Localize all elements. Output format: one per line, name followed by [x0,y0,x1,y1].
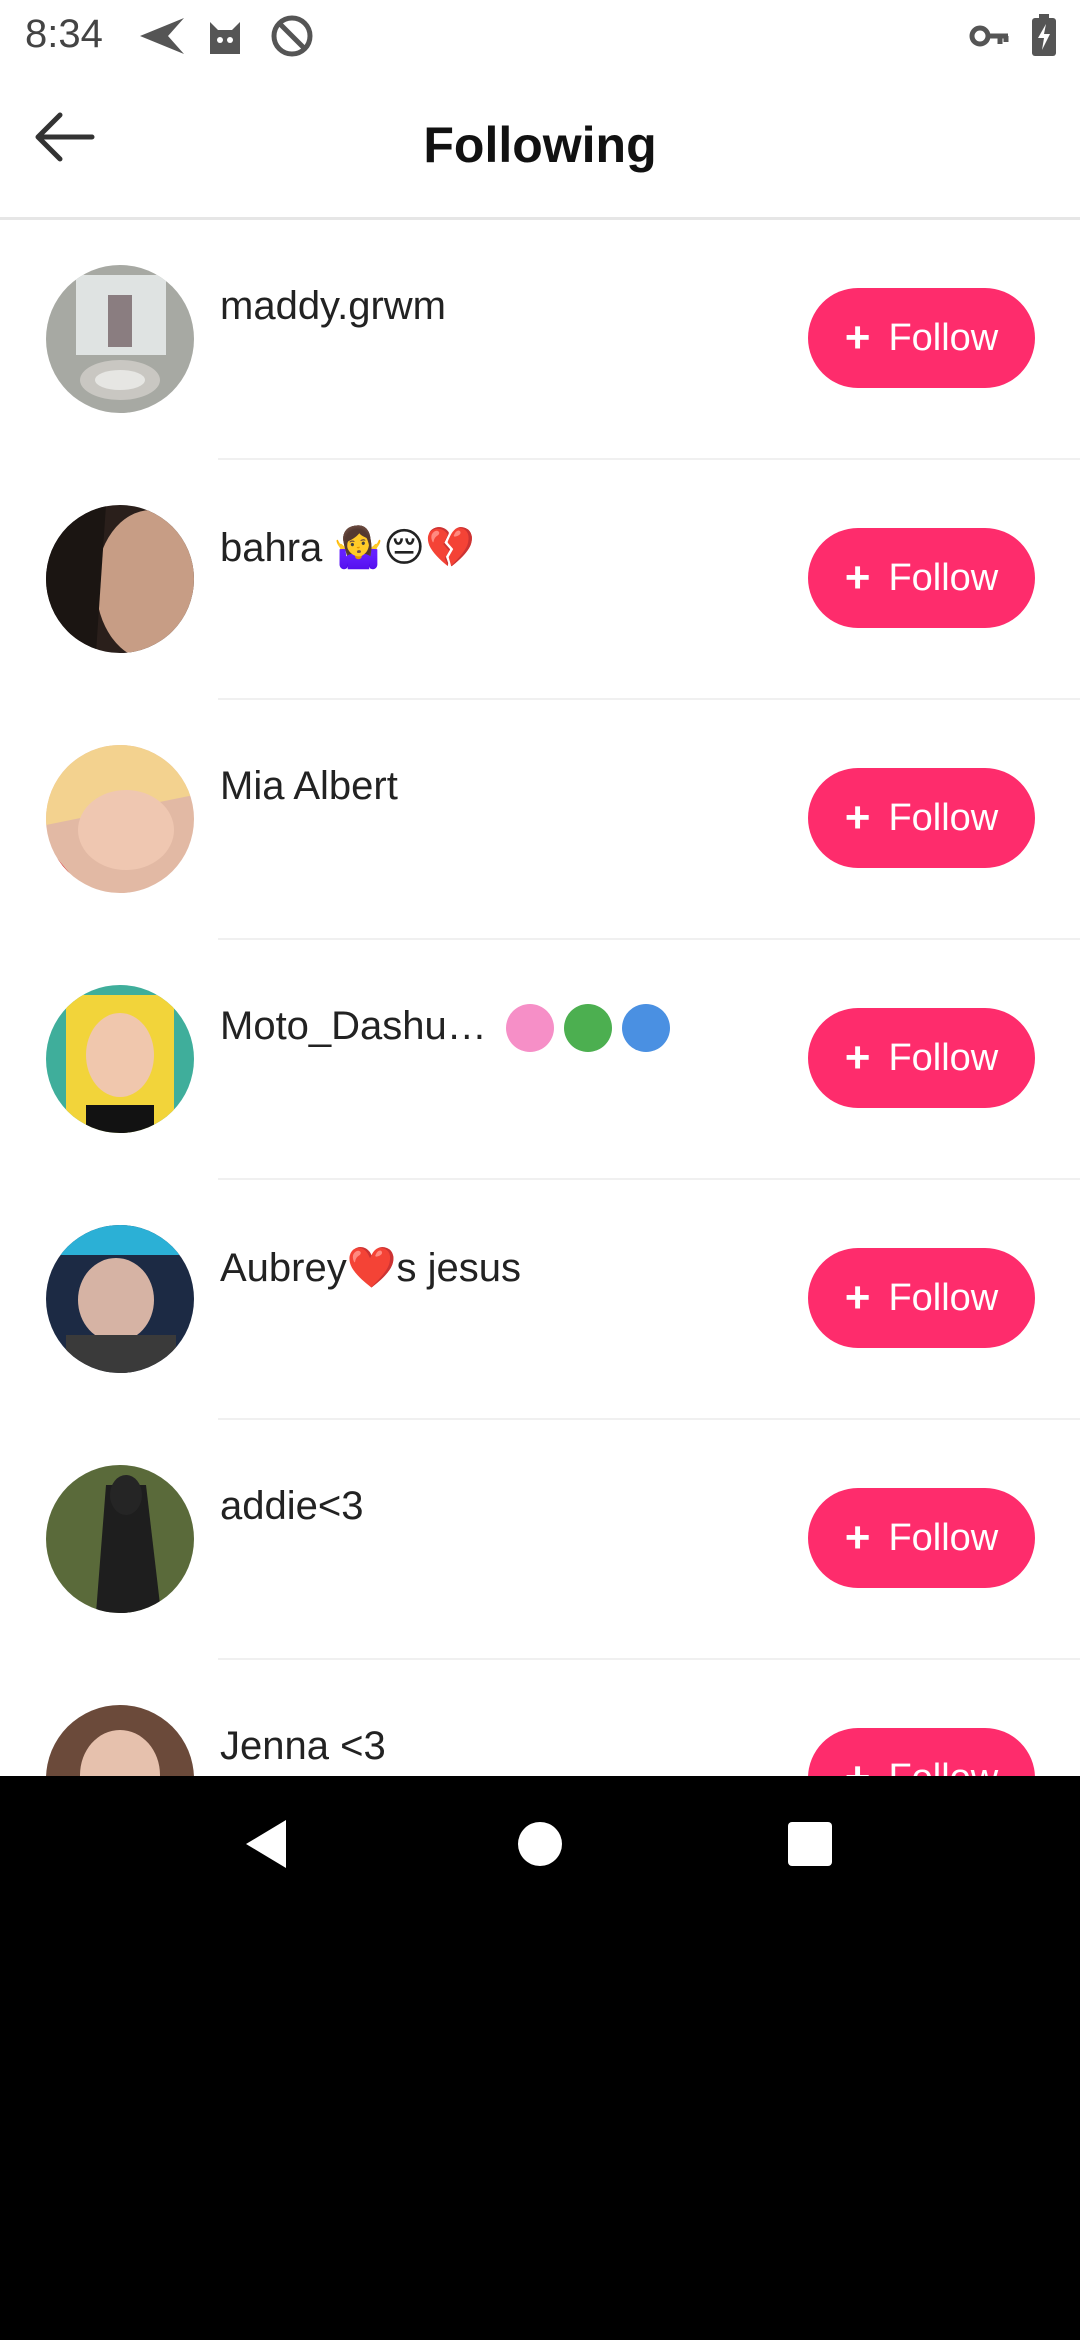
follow-button[interactable]: + Follow [808,1248,1035,1348]
follow-button[interactable]: + Follow [808,768,1035,868]
username: Moto_Dashu… [220,1004,670,1053]
avatar[interactable] [46,745,194,893]
avatar[interactable] [46,1225,194,1373]
cat-icon [204,14,246,61]
navigation-bar [0,1776,1080,1916]
no-disturb-icon [270,14,314,63]
screen: 8:34 Following maddy.grwm + Follow bahra… [0,0,1080,1776]
follow-label: Follow [888,1036,999,1079]
badges [505,1004,670,1053]
follow-button[interactable]: + Follow [808,1008,1035,1108]
plus-icon: + [845,1756,871,1777]
key-icon [968,14,1012,63]
username: maddy.grwm [220,284,446,328]
avatar[interactable] [46,1705,194,1776]
send-icon [138,14,186,63]
plus-icon: + [844,793,871,842]
avatar[interactable] [46,265,194,413]
plus-icon: + [844,1033,871,1082]
follow-button[interactable]: + Follow [808,288,1035,388]
avatar[interactable] [46,985,194,1133]
follow-button[interactable]: + Follow [808,1488,1035,1588]
diamond-badge-icon [505,1004,554,1053]
nav-recents-icon[interactable] [786,1816,834,1877]
follow-label: Follow [888,316,999,359]
nav-home-icon[interactable] [516,1816,564,1877]
username: bahra 🤷‍♀️😔💔 [220,526,475,570]
username: Mia Albert [220,764,398,808]
follow-label: Follow [888,1516,999,1559]
nav-back-icon[interactable] [240,1816,296,1877]
list-item[interactable]: bahra 🤷‍♀️😔💔 + Follow [0,460,1080,700]
battery-charging-icon [1030,14,1058,63]
following-list: maddy.grwm + Follow bahra 🤷‍♀️😔💔 + Follo… [0,220,1080,1776]
follow-label: Follow [888,1276,999,1319]
follow-button[interactable]: + Follow [808,528,1035,628]
page-title: Following [423,117,657,173]
plus-icon: + [844,313,871,362]
list-item[interactable]: addie<3 + Follow [0,1420,1080,1660]
plus-icon: + [844,553,871,602]
avatar[interactable] [46,505,194,653]
username: addie<3 [220,1484,364,1528]
plus-icon: + [844,1273,871,1322]
username: Jenna <3 [220,1724,386,1768]
list-item[interactable]: Aubrey❤️s jesus + Follow [0,1180,1080,1420]
rank-badge-icon [621,1004,670,1053]
list-item[interactable]: Mia Albert + Follow [0,700,1080,940]
follow-label: Follow [888,1757,998,1777]
status-time: 8:34 [25,12,103,56]
list-item[interactable]: Jenna <3 + Follow [0,1660,1080,1776]
header: Following [0,72,1080,220]
follow-label: Follow [888,556,999,599]
status-bar: 8:34 [0,0,1080,72]
crown-badge-icon [563,1004,612,1053]
list-item[interactable]: Moto_Dashu… + Follow [0,940,1080,1180]
username: Aubrey❤️s jesus [220,1246,522,1290]
plus-icon: + [844,1513,871,1562]
list-item[interactable]: maddy.grwm + Follow [0,220,1080,460]
follow-label: Follow [888,796,999,839]
avatar[interactable] [46,1465,194,1613]
follow-button[interactable]: + Follow [808,1728,1035,1776]
